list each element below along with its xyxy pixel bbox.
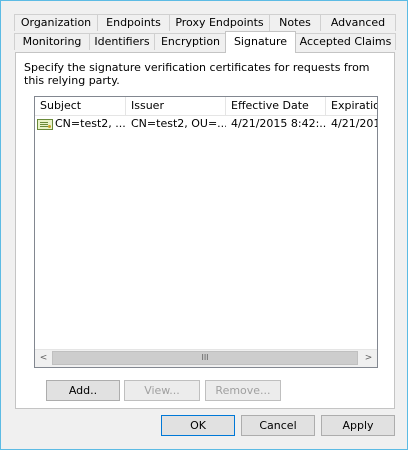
scroll-right-arrow-icon[interactable]: > [360, 350, 377, 367]
cell-subject: CN=test2, ... [35, 116, 126, 133]
horizontal-scrollbar[interactable]: < III > [35, 349, 377, 367]
view-button[interactable]: View... [124, 380, 200, 401]
cell-effective-date: 4/21/2015 8:42:... [231, 117, 326, 130]
tab-signature[interactable]: Signature [225, 31, 296, 53]
remove-button[interactable]: Remove... [205, 380, 281, 401]
signature-tab-panel: Specify the signature verification certi… [15, 52, 395, 409]
tab-notes[interactable]: Notes [269, 14, 321, 31]
add-button[interactable]: Add.. [46, 380, 120, 401]
column-header-effective-date[interactable]: Effective Date [226, 97, 326, 115]
cell-expiration: 4/21/201 [331, 117, 378, 130]
tab-advanced[interactable]: Advanced [320, 14, 396, 31]
tab-accepted-claims[interactable]: Accepted Claims [295, 33, 396, 50]
cancel-button[interactable]: Cancel [241, 415, 315, 436]
table-row[interactable]: CN=test2, ... CN=test2, OU=... 4/21/2015… [35, 116, 378, 133]
certificate-icon [37, 119, 53, 130]
tab-encryption[interactable]: Encryption [154, 33, 227, 50]
tab-endpoints[interactable]: Endpoints [97, 14, 170, 31]
scroll-left-arrow-icon[interactable]: < [35, 350, 52, 367]
tab-organization[interactable]: Organization [14, 14, 98, 31]
cell-issuer: CN=test2, OU=... [131, 117, 226, 130]
tab-identifiers[interactable]: Identifiers [89, 33, 155, 50]
apply-button[interactable]: Apply [321, 415, 395, 436]
tab-proxy-endpoints[interactable]: Proxy Endpoints [169, 14, 270, 31]
list-header: Subject Issuer Effective Date Expiration [35, 97, 377, 116]
column-header-subject[interactable]: Subject [35, 97, 126, 115]
instruction-text: Specify the signature verification certi… [24, 61, 370, 87]
column-header-issuer[interactable]: Issuer [126, 97, 226, 115]
dialog-window: Organization Endpoints Proxy Endpoints N… [0, 0, 408, 450]
ok-button[interactable]: OK [161, 415, 235, 436]
certificate-list[interactable]: Subject Issuer Effective Date Expiration… [34, 96, 378, 368]
column-header-expiration[interactable]: Expiration [326, 97, 377, 115]
scroll-thumb[interactable]: III [52, 351, 358, 365]
tab-monitoring[interactable]: Monitoring [14, 33, 90, 50]
